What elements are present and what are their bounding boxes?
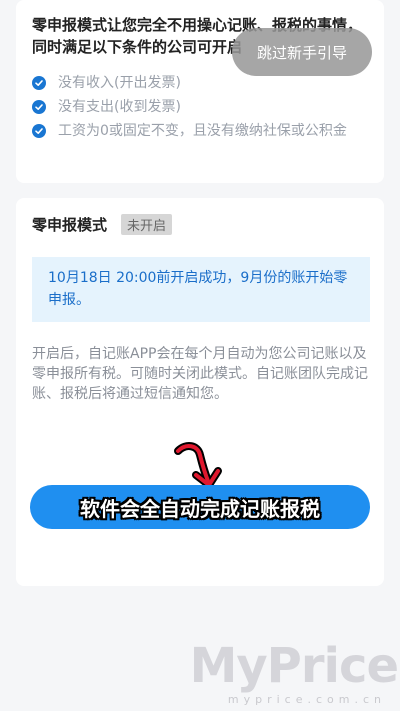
zero-declaration-card: 零申报模式 未开启 10月18日 20:00前开启成功，9月份的账开始零申报。 …	[16, 198, 384, 586]
condition-item: 没有支出(收到发票)	[32, 96, 368, 118]
skip-guide-button[interactable]: 跳过新手引导	[232, 28, 372, 76]
watermark-logo: MyPrice	[189, 638, 399, 694]
check-icon	[32, 100, 46, 114]
watermark-site: myprice.com.cn	[227, 693, 386, 706]
condition-text: 没有收入(开出发票)	[58, 75, 181, 91]
mode-description: 开启后，自记账APP会在每个月自动为您公司记账以及零申报所有税。可随时关闭此模式…	[32, 346, 368, 402]
check-icon	[32, 76, 46, 90]
conditions-list: 没有收入(开出发票) 没有支出(收到发票) 工资为0或固定不变，且没有缴纳社保或…	[32, 72, 368, 142]
condition-text: 没有支出(收到发票)	[58, 99, 181, 115]
enable-mode-button[interactable]: 软件会全自动完成记账报税	[30, 485, 370, 529]
condition-text: 工资为0或固定不变，且没有缴纳社保或公积金	[58, 123, 347, 139]
mode-header: 零申报模式 未开启	[32, 214, 368, 235]
condition-item: 工资为0或固定不变，且没有缴纳社保或公积金	[32, 120, 368, 142]
notice-banner: 10月18日 20:00前开启成功，9月份的账开始零申报。	[32, 257, 370, 322]
mode-title: 零申报模式	[32, 216, 108, 234]
status-badge: 未开启	[121, 214, 173, 235]
check-icon	[32, 124, 46, 138]
